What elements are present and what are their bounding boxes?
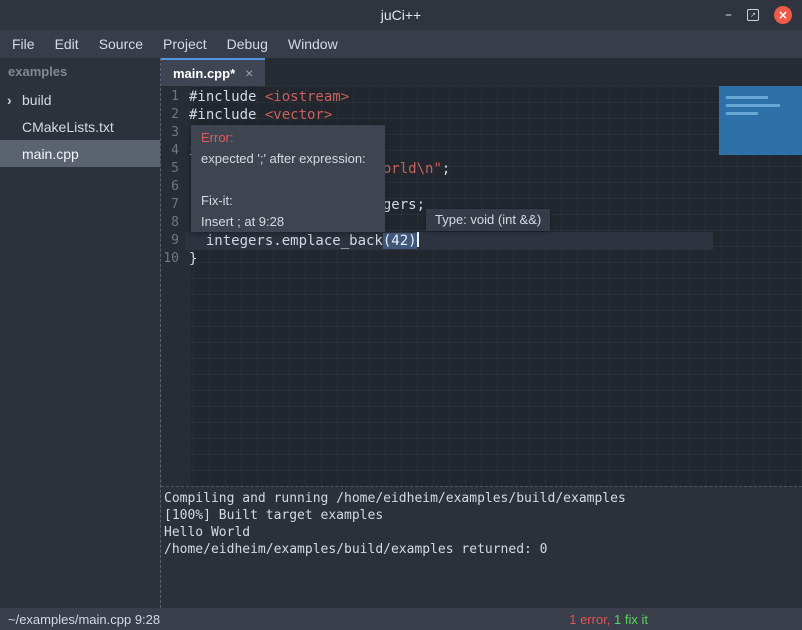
line-number: 1 — [161, 88, 185, 106]
restore-icon: ↗ — [750, 11, 756, 19]
titlebar: juCi++ – ↗ × — [0, 0, 802, 30]
code-segment: <iostream> — [265, 89, 349, 105]
close-icon: × — [778, 9, 788, 21]
minimize-button[interactable]: – — [725, 7, 732, 23]
line-text: integers.emplace_back(42) — [185, 232, 713, 250]
line-text: #include <vector> — [185, 106, 332, 124]
fixit-text: Insert ; at 9:28 — [201, 211, 375, 232]
line-text: #include <iostream> — [185, 88, 349, 106]
preview-thumbnail — [719, 86, 802, 155]
line-number: 10 — [161, 250, 185, 268]
terminal-line: Compiling and running /home/eidheim/exam… — [164, 490, 802, 507]
status-file-position: ~/examples/main.cpp 9:28 — [0, 612, 160, 627]
file-label: main.cpp — [22, 146, 79, 162]
line-text: } — [185, 250, 197, 268]
code-line-10[interactable]: 10} — [161, 250, 802, 268]
sidebar-item-build[interactable]: ›build — [0, 86, 160, 113]
statusbar: ~/examples/main.cpp 9:28 1 error, 1 fix … — [0, 608, 802, 630]
menu-item-edit[interactable]: Edit — [45, 30, 89, 58]
code-segment: (42) — [383, 233, 417, 249]
line-number: 2 — [161, 106, 185, 124]
code-line-1[interactable]: 1#include <iostream> — [161, 88, 802, 106]
preview-line — [726, 96, 768, 99]
menu-item-file[interactable]: File — [2, 30, 45, 58]
sidebar: examples ›build CMakeLists.txt main.cpp — [0, 58, 160, 608]
editor-column: main.cpp* × 1#include <iostream>2#includ… — [160, 58, 802, 608]
code-line-2[interactable]: 2#include <vector> — [161, 106, 802, 124]
code-segment: #include — [189, 89, 265, 105]
fixit-count: 1 fix it — [610, 612, 648, 627]
menu-item-window[interactable]: Window — [278, 30, 348, 58]
line-text — [185, 124, 189, 142]
terminal-line: /home/eidheim/examples/build/examples re… — [164, 541, 802, 558]
error-count: 1 error, — [569, 612, 610, 627]
close-button[interactable]: × — [774, 6, 792, 24]
menu-item-debug[interactable]: Debug — [217, 30, 278, 58]
file-label: CMakeLists.txt — [22, 119, 114, 135]
window-controls: – ↗ × — [725, 0, 792, 30]
error-tooltip-title: Error: — [201, 127, 375, 148]
line-number: 8 — [161, 214, 185, 232]
terminal-line: [100%] Built target examples — [164, 507, 802, 524]
sidebar-item-cmakelists-txt[interactable]: CMakeLists.txt — [0, 113, 160, 140]
juci-window: juCi++ – ↗ × FileEditSourceProjectDebugW… — [0, 0, 802, 630]
restore-button[interactable]: ↗ — [747, 9, 759, 21]
cursor-caret — [417, 232, 419, 247]
chevron-right-icon[interactable]: › — [7, 92, 22, 108]
file-tree: ›build CMakeLists.txt main.cpp — [0, 86, 160, 167]
error-tooltip-message: expected ';' after expression: — [201, 148, 375, 169]
code-segment: <vector> — [265, 107, 332, 123]
window-title: juCi++ — [381, 7, 421, 23]
project-name-header: examples — [0, 58, 160, 86]
terminal-line: Hello World — [164, 524, 802, 541]
line-number: 5 — [161, 160, 185, 178]
status-diagnostics: 1 error, 1 fix it — [569, 612, 648, 627]
line-text — [185, 178, 189, 196]
editor[interactable]: 1#include <iostream>2#include <vector>34… — [161, 86, 802, 486]
line-text — [185, 214, 189, 232]
code-segment: integers.emplace_back — [189, 233, 383, 249]
tabstrip: main.cpp* × — [161, 58, 802, 86]
preview-line — [726, 104, 780, 107]
menubar: FileEditSourceProjectDebugWindow — [0, 30, 802, 58]
code-segment: #include — [189, 107, 265, 123]
type-tooltip: Type: void (int &&) — [426, 209, 550, 231]
menu-item-source[interactable]: Source — [89, 30, 153, 58]
terminal-output: Compiling and running /home/eidheim/exam… — [164, 490, 802, 558]
code-line-9[interactable]: 9 integers.emplace_back(42) — [161, 232, 802, 250]
line-number: 6 — [161, 178, 185, 196]
sidebar-item-main-cpp[interactable]: main.cpp — [0, 140, 160, 167]
terminal-panel[interactable]: Compiling and running /home/eidheim/exam… — [161, 486, 802, 608]
error-tooltip: Error: expected ';' after expression: Fi… — [191, 125, 385, 232]
code-segment: ; — [442, 161, 450, 177]
fixit-title: Fix-it: — [201, 190, 375, 211]
tab-main-cpp[interactable]: main.cpp* × — [161, 58, 265, 86]
menu-item-project[interactable]: Project — [153, 30, 217, 58]
code-segment: } — [189, 251, 197, 267]
preview-line — [726, 112, 758, 115]
line-number: 3 — [161, 124, 185, 142]
line-number: 9 — [161, 232, 185, 250]
content-area: examples ›build CMakeLists.txt main.cpp ma… — [0, 58, 802, 608]
tab-label: main.cpp* — [173, 66, 235, 81]
line-number: 7 — [161, 196, 185, 214]
line-number: 4 — [161, 142, 185, 160]
tab-close-icon[interactable]: × — [245, 66, 253, 80]
error-tooltip-spacer — [201, 169, 375, 190]
file-label: build — [22, 92, 52, 108]
